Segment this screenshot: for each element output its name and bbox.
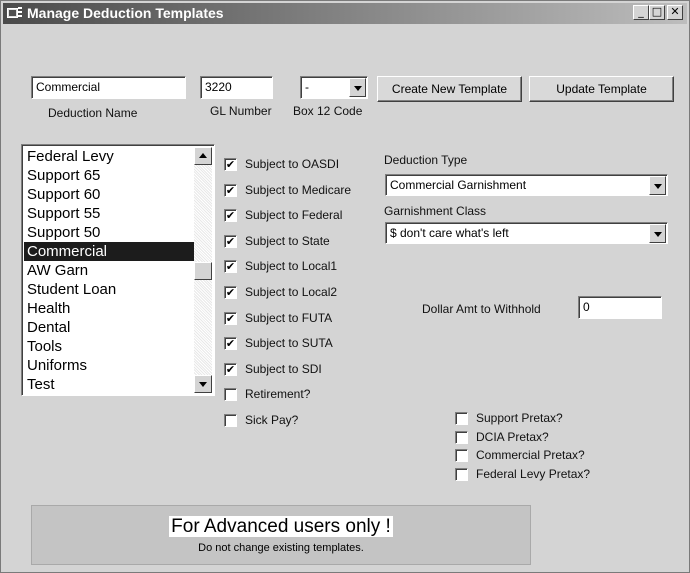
subject-checkbox-label: Sick Pay? [245, 413, 299, 427]
checkmark-icon[interactable]: ✔ [224, 260, 237, 274]
scroll-thumb[interactable] [194, 262, 212, 280]
scroll-down-icon[interactable] [194, 375, 212, 393]
subject-checkbox-label: Retirement? [245, 387, 311, 402]
template-list-item[interactable]: Health [24, 299, 194, 318]
checkbox-box[interactable] [455, 468, 468, 482]
subject-checkbox-label: Subject to Local1 [245, 259, 338, 274]
box12-code-select[interactable]: - [300, 76, 368, 99]
checkbox-box[interactable] [224, 388, 237, 402]
garnishment-class-select[interactable]: $ don't care what's left [385, 222, 668, 244]
box12-code-value: - [305, 80, 309, 94]
checkmark-icon[interactable]: ✔ [224, 286, 237, 299]
template-list-scrollbar[interactable] [194, 147, 212, 393]
deduction-type-label: Deduction Type [384, 153, 468, 167]
subject-checkbox-label: Subject to SUTA [245, 336, 333, 351]
gl-number-label: GL Number [210, 104, 272, 118]
template-list-item[interactable]: Commercial [24, 242, 194, 261]
pretax-checkbox-label: Commercial Pretax? [476, 448, 585, 463]
checkbox-box[interactable] [455, 449, 468, 463]
scroll-up-icon[interactable] [194, 147, 212, 165]
template-list-item[interactable]: Support 65 [24, 166, 194, 185]
close-button[interactable]: ✕ [667, 5, 683, 20]
advanced-notice-subtitle: Do not change existing templates. [198, 542, 364, 554]
deduction-name-input[interactable]: Commercial [31, 76, 186, 99]
subject-checkbox-label: Subject to SDI [245, 361, 322, 376]
template-list-item[interactable]: Federal Levy [24, 147, 194, 166]
pretax-checkbox-label: Federal Levy Pretax? [476, 467, 591, 482]
template-list-item[interactable]: Support 60 [24, 185, 194, 204]
deduction-type-dropdown-arrow-icon[interactable] [649, 176, 666, 195]
garnishment-class-dropdown-arrow-icon[interactable] [649, 224, 666, 243]
template-list-item[interactable]: Support 50 [24, 223, 194, 242]
subject-checkbox-label: Subject to State [245, 233, 330, 248]
checkmark-icon[interactable]: ✔ [224, 234, 237, 248]
template-list-item[interactable]: Support 55 [24, 204, 194, 223]
maximize-button[interactable]: □ [649, 5, 665, 20]
pretax-checkbox-label: DCIA Pretax? [476, 429, 549, 444]
checkmark-icon[interactable]: ✔ [224, 362, 237, 376]
create-template-button[interactable]: Create New Template [377, 76, 522, 102]
template-list-item[interactable]: Student Loan [24, 280, 194, 299]
subject-checkbox-label: Subject to Federal [245, 208, 343, 223]
garnishment-class-label: Garnishment Class [384, 204, 487, 218]
gl-number-input[interactable]: 3220 [200, 76, 273, 99]
update-template-button[interactable]: Update Template [529, 76, 674, 102]
box12-dropdown-arrow-icon[interactable] [349, 78, 366, 97]
template-list[interactable]: Federal Levy Support 65 Support 60 Support … [21, 144, 215, 396]
template-list-item[interactable]: Test [24, 375, 194, 394]
template-list-item[interactable]: AW Garn [24, 261, 194, 280]
box12-code-label: Box 12 Code [293, 104, 363, 118]
checkmark-icon[interactable]: ✔ [224, 158, 237, 171]
template-list-item[interactable]: Tools [24, 337, 194, 356]
dollar-amt-label: Dollar Amt to Withhold [422, 302, 541, 316]
dollar-amt-input[interactable]: 0 [578, 296, 662, 319]
template-list-item[interactable]: Uniforms [24, 356, 194, 375]
checkmark-icon[interactable]: ✔ [224, 183, 237, 197]
window-title: Manage Deduction Templates [27, 5, 224, 21]
app-icon [7, 7, 22, 18]
checkbox-box[interactable] [455, 430, 468, 444]
deduction-type-select[interactable]: Commercial Garnishment [385, 174, 668, 196]
subject-checkbox-label: Subject to OASDI [245, 157, 340, 171]
title-bar[interactable]: Manage Deduction Templates _ □ ✕ [3, 3, 687, 24]
deduction-name-label: Deduction Name [48, 106, 138, 120]
checkbox-box[interactable] [224, 414, 237, 427]
minimize-button[interactable]: _ [633, 5, 649, 20]
deduction-type-value: Commercial Garnishment [390, 178, 527, 192]
subject-checkbox-label: Subject to Local2 [245, 285, 338, 299]
manage-deduction-templates-window: Manage Deduction Templates _ □ ✕ Commerc… [0, 0, 690, 573]
checkbox-box[interactable] [455, 412, 468, 425]
subject-checkbox-label: Subject to FUTA [245, 310, 333, 325]
checkmark-icon[interactable]: ✔ [224, 209, 237, 223]
pretax-checkbox-label: Support Pretax? [476, 411, 563, 425]
garnishment-class-value: $ don't care what's left [390, 226, 509, 240]
checkmark-icon[interactable]: ✔ [224, 311, 237, 325]
template-list-item[interactable]: Dental [24, 318, 194, 337]
subject-checkbox-label: Subject to Medicare [245, 182, 352, 197]
advanced-users-notice: For Advanced users only ! Do not change … [31, 505, 531, 565]
advanced-notice-title: For Advanced users only ! [169, 516, 393, 537]
checkmark-icon[interactable]: ✔ [224, 337, 237, 351]
